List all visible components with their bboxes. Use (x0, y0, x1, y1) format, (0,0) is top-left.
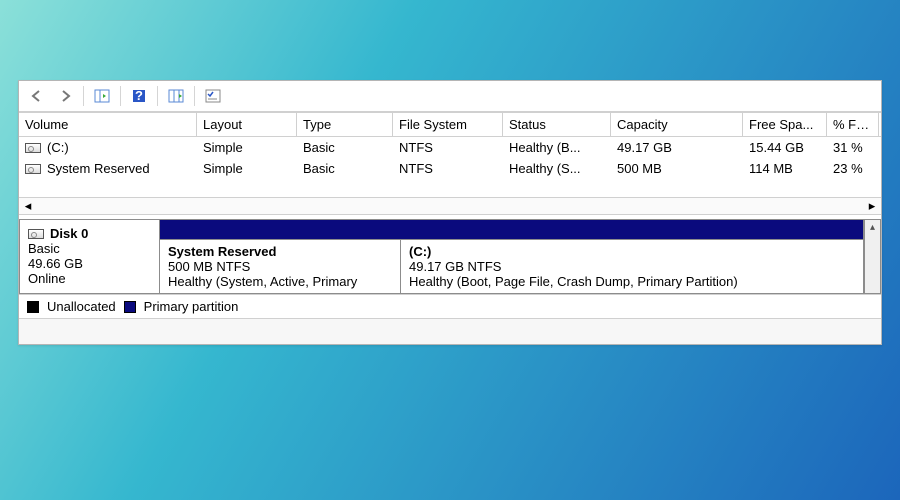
columns-icon (168, 89, 184, 103)
disk-map-right: System Reserved 500 MB NTFS Healthy (Sys… (159, 219, 864, 294)
col-pctfree[interactable]: % Free (827, 113, 879, 136)
partition-size: 500 MB NTFS (168, 259, 250, 274)
volume-name: System Reserved (47, 161, 150, 176)
list-check-icon (205, 89, 221, 103)
partition-block[interactable]: (C:) 49.17 GB NTFS Healthy (Boot, Page F… (401, 239, 864, 294)
cell-fs: NTFS (393, 137, 503, 158)
cell-pct: 23 % (827, 158, 879, 179)
help-icon: ? (132, 89, 146, 103)
disk-icon (28, 229, 44, 239)
swatch-primary (124, 301, 136, 313)
vertical-scrollbar[interactable]: ▴ (864, 219, 881, 294)
table-row[interactable]: System Reserved Simple Basic NTFS Health… (19, 158, 881, 179)
settings-button[interactable] (201, 85, 225, 107)
cell-capacity: 49.17 GB (611, 137, 743, 158)
disk-type: Basic (28, 241, 151, 256)
toolbar-separator (83, 86, 84, 106)
partition-title: (C:) (409, 244, 431, 259)
volume-icon (25, 164, 41, 174)
partition-title: System Reserved (168, 244, 276, 259)
col-status[interactable]: Status (503, 113, 611, 136)
toolbar-separator (194, 86, 195, 106)
cell-status: Healthy (S... (503, 158, 611, 179)
col-layout[interactable]: Layout (197, 113, 297, 136)
cell-type: Basic (297, 137, 393, 158)
partition-block[interactable]: System Reserved 500 MB NTFS Healthy (Sys… (159, 239, 401, 294)
forward-button[interactable] (53, 85, 77, 107)
cell-status: Healthy (B... (503, 137, 611, 158)
toolbar: ? (19, 81, 881, 112)
partition-status: Healthy (Boot, Page File, Crash Dump, Pr… (409, 274, 738, 289)
partition-size: 49.17 GB NTFS (409, 259, 501, 274)
disk-map: Disk 0 Basic 49.66 GB Online System Rese… (19, 215, 881, 294)
volume-rows: (C:) Simple Basic NTFS Healthy (B... 49.… (19, 137, 881, 197)
cell-pct: 31 % (827, 137, 879, 158)
volume-name: (C:) (47, 140, 69, 155)
cell-fs: NTFS (393, 158, 503, 179)
status-bar (19, 318, 881, 344)
volume-list: Volume Layout Type File System Status Ca… (19, 112, 881, 215)
partition-strip: System Reserved 500 MB NTFS Healthy (Sys… (159, 239, 864, 294)
disk-size: 49.66 GB (28, 256, 151, 271)
col-filesystem[interactable]: File System (393, 113, 503, 136)
disk-management-window: ? Volume Layout Type File System Status … (18, 80, 882, 345)
col-type[interactable]: Type (297, 113, 393, 136)
svg-text:?: ? (135, 89, 143, 103)
cell-layout: Simple (197, 158, 297, 179)
toolbar-separator (120, 86, 121, 106)
cell-layout: Simple (197, 137, 297, 158)
disk-state: Online (28, 271, 151, 286)
back-button[interactable] (25, 85, 49, 107)
horizontal-scrollbar[interactable]: ◂ ▸ (19, 197, 881, 215)
arrow-left-icon (30, 89, 44, 103)
legend-unallocated-label: Unallocated (47, 299, 116, 314)
partition-status: Healthy (System, Active, Primary (168, 274, 357, 289)
swatch-unallocated (27, 301, 39, 313)
cell-capacity: 500 MB (611, 158, 743, 179)
legend-primary-label: Primary partition (144, 299, 239, 314)
volume-header-row: Volume Layout Type File System Status Ca… (19, 113, 881, 137)
scroll-right-icon[interactable]: ▸ (865, 198, 879, 214)
scroll-up-icon[interactable]: ▴ (870, 222, 875, 233)
col-capacity[interactable]: Capacity (611, 113, 743, 136)
scroll-left-icon[interactable]: ◂ (21, 198, 35, 214)
cell-type: Basic (297, 158, 393, 179)
cell-free: 15.44 GB (743, 137, 827, 158)
col-freespace[interactable]: Free Spa... (743, 113, 827, 136)
table-row[interactable]: (C:) Simple Basic NTFS Healthy (B... 49.… (19, 137, 881, 158)
arrow-right-icon (58, 89, 72, 103)
cell-free: 114 MB (743, 158, 827, 179)
toolbar-separator (157, 86, 158, 106)
show-hide-tree-button[interactable] (90, 85, 114, 107)
col-volume[interactable]: Volume (19, 113, 197, 136)
help-button[interactable]: ? (127, 85, 151, 107)
disk-title: Disk 0 (50, 226, 88, 241)
disk-header-bar (159, 219, 864, 239)
action-pane-button[interactable] (164, 85, 188, 107)
legend: Unallocated Primary partition (19, 294, 881, 318)
disk-info-panel[interactable]: Disk 0 Basic 49.66 GB Online (19, 219, 159, 294)
panel-icon (94, 89, 110, 103)
volume-icon (25, 143, 41, 153)
